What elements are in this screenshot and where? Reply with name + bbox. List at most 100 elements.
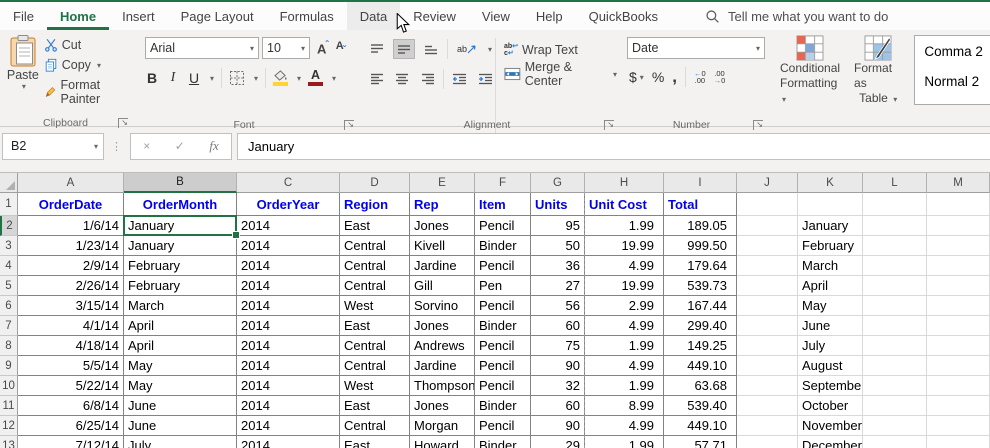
wrap-text-button[interactable]: ab↩ c↵ Wrap Text	[504, 38, 617, 62]
cell-E3[interactable]: Kivell	[410, 236, 475, 256]
cell-B7[interactable]: April	[124, 316, 237, 336]
cell-G4[interactable]: 36	[531, 256, 585, 276]
cell-I11[interactable]: 539.40	[664, 396, 737, 416]
column-header-H[interactable]: H	[585, 173, 664, 193]
fill-handle[interactable]	[232, 231, 240, 239]
cell-I6[interactable]: 167.44	[664, 296, 737, 316]
align-center-button[interactable]	[392, 70, 411, 88]
cell-J3[interactable]	[737, 236, 798, 256]
cell-E8[interactable]: Andrews	[410, 336, 475, 356]
cell-B4[interactable]: February	[124, 256, 237, 276]
cell-G13[interactable]: 29	[531, 436, 585, 448]
cell-B8[interactable]: April	[124, 336, 237, 356]
cell-I10[interactable]: 63.68	[664, 376, 737, 396]
cell-E7[interactable]: Jones	[410, 316, 475, 336]
cell-K13[interactable]: December	[798, 436, 863, 448]
comma-style-button[interactable]: ,	[672, 67, 677, 87]
cell-J4[interactable]	[737, 256, 798, 276]
cell-G7[interactable]: 60	[531, 316, 585, 336]
cell-L11[interactable]	[863, 396, 927, 416]
increase-indent-button[interactable]	[476, 70, 495, 88]
cell-F4[interactable]: Pencil	[475, 256, 531, 276]
cell-B9[interactable]: May	[124, 356, 237, 376]
column-header-C[interactable]: C	[237, 173, 340, 193]
cell-J10[interactable]	[737, 376, 798, 396]
cell-J6[interactable]	[737, 296, 798, 316]
cell-F11[interactable]: Binder	[475, 396, 531, 416]
cell-C6[interactable]: 2014	[237, 296, 340, 316]
cell-M12[interactable]	[927, 416, 990, 436]
cell-G11[interactable]: 60	[531, 396, 585, 416]
cell-I12[interactable]: 449.10	[664, 416, 737, 436]
cell-I13[interactable]: 57.71	[664, 436, 737, 448]
cell-G8[interactable]: 75	[531, 336, 585, 356]
cell-A9[interactable]: 5/5/14	[18, 356, 124, 376]
cell-L4[interactable]	[863, 256, 927, 276]
style-option-normal2[interactable]: Normal 2	[915, 66, 990, 96]
cell-K8[interactable]: July	[798, 336, 863, 356]
cell-D13[interactable]: East	[340, 436, 410, 448]
cell-F1[interactable]: Item	[475, 193, 531, 216]
cell-B2[interactable]: January	[124, 216, 237, 236]
row-header-6[interactable]: 6	[0, 296, 18, 316]
tab-view[interactable]: View	[469, 2, 523, 30]
cell-K11[interactable]: October	[798, 396, 863, 416]
tab-page-layout[interactable]: Page Layout	[168, 2, 267, 30]
cell-L10[interactable]	[863, 376, 927, 396]
cell-M4[interactable]	[927, 256, 990, 276]
cell-M9[interactable]	[927, 356, 990, 376]
cell-B10[interactable]: May	[124, 376, 237, 396]
font-color-dropdown-arrow[interactable]: ▾	[332, 74, 336, 83]
row-header-11[interactable]: 11	[0, 396, 18, 416]
cell-F3[interactable]: Binder	[475, 236, 531, 256]
cell-G3[interactable]: 50	[531, 236, 585, 256]
cell-E6[interactable]: Sorvino	[410, 296, 475, 316]
cell-A3[interactable]: 1/23/14	[18, 236, 124, 256]
cell-I7[interactable]: 299.40	[664, 316, 737, 336]
cell-C10[interactable]: 2014	[237, 376, 340, 396]
number-dialog-launcher[interactable]: ↘	[753, 120, 763, 130]
cell-L1[interactable]	[863, 193, 927, 216]
cell-B13[interactable]: July	[124, 436, 237, 448]
cell-E11[interactable]: Jones	[410, 396, 475, 416]
increase-decimal-button[interactable]: ←0.00	[694, 70, 706, 85]
row-header-9[interactable]: 9	[0, 356, 18, 376]
cell-I3[interactable]: 999.50	[664, 236, 737, 256]
cell-M1[interactable]	[927, 193, 990, 216]
orientation-dropdown-arrow[interactable]: ▾	[488, 45, 492, 54]
cell-L3[interactable]	[863, 236, 927, 256]
cell-K1[interactable]	[798, 193, 863, 216]
tab-file[interactable]: File	[0, 2, 47, 30]
row-header-13[interactable]: 13	[0, 436, 18, 448]
cell-B1[interactable]: OrderMonth	[124, 193, 237, 216]
tab-quickbooks[interactable]: QuickBooks	[576, 2, 671, 30]
cell-F8[interactable]: Pencil	[475, 336, 531, 356]
row-header-8[interactable]: 8	[0, 336, 18, 356]
cell-I5[interactable]: 539.73	[664, 276, 737, 296]
row-header-2[interactable]: 2	[0, 216, 18, 236]
cancel-button[interactable]: ×	[143, 139, 150, 153]
cell-C12[interactable]: 2014	[237, 416, 340, 436]
cell-M3[interactable]	[927, 236, 990, 256]
paste-dropdown-arrow[interactable]: ▾	[22, 82, 26, 91]
cell-E13[interactable]: Howard	[410, 436, 475, 448]
underline-dropdown-arrow[interactable]: ▾	[210, 74, 214, 83]
cell-I9[interactable]: 449.10	[664, 356, 737, 376]
cell-M13[interactable]	[927, 436, 990, 448]
row-header-12[interactable]: 12	[0, 416, 18, 436]
cell-J9[interactable]	[737, 356, 798, 376]
cell-E1[interactable]: Rep	[410, 193, 475, 216]
cell-L5[interactable]	[863, 276, 927, 296]
decrease-decimal-button[interactable]: .00 →0	[714, 70, 726, 85]
cell-D10[interactable]: West	[340, 376, 410, 396]
conditional-formatting-button[interactable]: Conditional Formatting ▾	[780, 35, 840, 131]
cell-A8[interactable]: 4/18/14	[18, 336, 124, 356]
name-box-dropdown-arrow[interactable]: ▾	[94, 142, 98, 151]
decrease-font-size-button[interactable]: Aˇ	[336, 40, 346, 55]
cell-C1[interactable]: OrderYear	[237, 193, 340, 216]
row-header-7[interactable]: 7	[0, 316, 18, 336]
column-header-L[interactable]: L	[863, 173, 927, 193]
cell-F2[interactable]: Pencil	[475, 216, 531, 236]
row-header-5[interactable]: 5	[0, 276, 18, 296]
cell-K2[interactable]: January	[798, 216, 863, 236]
